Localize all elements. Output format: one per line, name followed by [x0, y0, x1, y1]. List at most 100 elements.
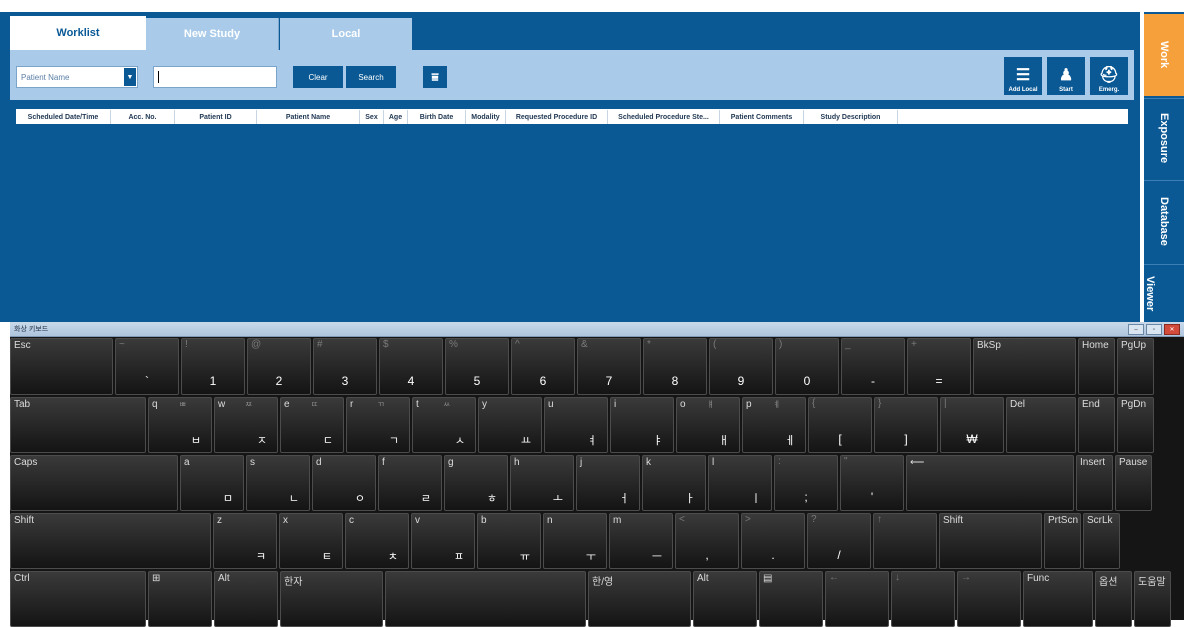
nav-work[interactable]: Work	[1144, 14, 1184, 96]
keyboard-key[interactable]: dㅇ	[312, 455, 376, 511]
keyboard-key[interactable]: xㅌ	[279, 513, 343, 569]
keyboard-key[interactable]: (9	[709, 338, 773, 395]
maximize-icon[interactable]: ▫	[1146, 324, 1162, 335]
keyboard-key[interactable]: >.	[741, 513, 805, 569]
minimize-icon[interactable]: –	[1128, 324, 1144, 335]
keyboard-key[interactable]: 옵션	[1095, 571, 1132, 627]
keyboard-key[interactable]: Pause	[1115, 455, 1152, 511]
clear-button[interactable]: Clear	[293, 66, 343, 88]
keyboard-key[interactable]: ScrLk	[1083, 513, 1120, 569]
keyboard-key[interactable]: r ㄲㄱ	[346, 397, 410, 453]
nav-database[interactable]: Database	[1144, 180, 1184, 262]
search-input[interactable]	[153, 66, 277, 88]
keyboard-key[interactable]: mㅡ	[609, 513, 673, 569]
keyboard-key[interactable]: sㄴ	[246, 455, 310, 511]
keyboard-key[interactable]: nㅜ	[543, 513, 607, 569]
start-button[interactable]: ♟ Start	[1047, 57, 1085, 95]
column-header[interactable]: Requested Procedure ID	[506, 110, 608, 124]
keyboard-key[interactable]: t ㅆㅅ	[412, 397, 476, 453]
keyboard-key[interactable]: zㅋ	[213, 513, 277, 569]
keyboard-key[interactable]: aㅁ	[180, 455, 244, 511]
keyboard-key[interactable]: _ -	[841, 338, 905, 395]
filter-dropdown-button[interactable]: ⩸	[423, 66, 447, 88]
keyboard-key[interactable]: " '	[840, 455, 904, 511]
column-header[interactable]: Age	[384, 110, 408, 124]
keyboard-key[interactable]: ↓	[891, 571, 955, 627]
keyboard-title-bar[interactable]: 화상 키보드 – ▫ ✕	[10, 322, 1184, 337]
keyboard-key[interactable]: p ㅖㅔ	[742, 397, 806, 453]
column-header[interactable]: Study Description	[804, 110, 898, 124]
keyboard-key[interactable]: →	[957, 571, 1021, 627]
keyboard-key[interactable]: jㅓ	[576, 455, 640, 511]
keyboard-key[interactable]: fㄹ	[378, 455, 442, 511]
keyboard-key[interactable]: ! 1	[181, 338, 245, 395]
emergency-button[interactable]: ⛑ Emerg.	[1090, 57, 1128, 95]
keyboard-key[interactable]: Shift	[10, 513, 211, 569]
keyboard-key[interactable]: Ctrl	[10, 571, 146, 627]
keyboard-key[interactable]	[385, 571, 586, 627]
keyboard-key[interactable]: iㅑ	[610, 397, 674, 453]
keyboard-key[interactable]: cㅊ	[345, 513, 409, 569]
keyboard-key[interactable]: Tab	[10, 397, 146, 453]
keyboard-key[interactable]: }]	[874, 397, 938, 453]
column-header[interactable]: Acc. No.	[111, 110, 175, 124]
keyboard-key[interactable]: Alt	[214, 571, 278, 627]
keyboard-key[interactable]: @2	[247, 338, 311, 395]
keyboard-key[interactable]: ▤	[759, 571, 823, 627]
keyboard-key[interactable]: bㅠ	[477, 513, 541, 569]
keyboard-key[interactable]: uㅕ	[544, 397, 608, 453]
keyboard-key[interactable]: Esc	[10, 338, 113, 395]
keyboard-key[interactable]: #3	[313, 338, 377, 395]
tab-local[interactable]: Local	[280, 18, 412, 50]
keyboard-key[interactable]: ) 0	[775, 338, 839, 395]
keyboard-key[interactable]: hㅗ	[510, 455, 574, 511]
keyboard-key[interactable]: Shift	[939, 513, 1042, 569]
keyboard-key[interactable]: q ㅃㅂ	[148, 397, 212, 453]
keyboard-key[interactable]: :;	[774, 455, 838, 511]
column-header[interactable]: Patient Name	[257, 110, 360, 124]
keyboard-key[interactable]: % 5	[445, 338, 509, 395]
keyboard-key[interactable]: w ㅉㅈ	[214, 397, 278, 453]
keyboard-key[interactable]: 한자	[280, 571, 383, 627]
add-local-button[interactable]: ☰ Add Local	[1004, 57, 1042, 95]
keyboard-key[interactable]: Del	[1006, 397, 1076, 453]
keyboard-key[interactable]: BkSp	[973, 338, 1076, 395]
nav-viewer[interactable]: Viewer	[1144, 264, 1184, 322]
keyboard-key[interactable]: ? /	[807, 513, 871, 569]
search-button[interactable]: Search	[346, 66, 396, 88]
keyboard-key[interactable]: Caps	[10, 455, 178, 511]
keyboard-key[interactable]: & 7	[577, 338, 641, 395]
keyboard-key[interactable]: lㅣ	[708, 455, 772, 511]
keyboard-key[interactable]: | ₩	[940, 397, 1004, 453]
column-header[interactable]: Sex	[360, 110, 384, 124]
worklist-grid[interactable]	[16, 109, 1128, 323]
keyboard-key[interactable]: ^ 6	[511, 338, 575, 395]
tab-worklist[interactable]: Worklist	[10, 16, 146, 50]
keyboard-key[interactable]: ←	[825, 571, 889, 627]
column-header[interactable]: Patient ID	[175, 110, 257, 124]
column-header[interactable]: Patient Comments	[720, 110, 804, 124]
keyboard-key[interactable]: {[	[808, 397, 872, 453]
keyboard-key[interactable]: PgDn	[1117, 397, 1154, 453]
nav-exposure[interactable]: Exposure	[1144, 98, 1184, 178]
keyboard-key[interactable]: vㅍ	[411, 513, 475, 569]
keyboard-key[interactable]: Home	[1078, 338, 1115, 395]
keyboard-key[interactable]: PgUp	[1117, 338, 1154, 395]
keyboard-key[interactable]: Insert	[1076, 455, 1113, 511]
keyboard-key[interactable]: ~ `	[115, 338, 179, 395]
keyboard-key[interactable]: ⟵	[906, 455, 1074, 511]
column-header[interactable]: Modality	[466, 110, 506, 124]
keyboard-key[interactable]: PrtScn	[1044, 513, 1081, 569]
keyboard-key[interactable]: End	[1078, 397, 1115, 453]
keyboard-key[interactable]: <,	[675, 513, 739, 569]
search-field-select[interactable]: Patient Name ▼	[16, 66, 138, 88]
keyboard-key[interactable]: o ㅒㅐ	[676, 397, 740, 453]
column-header[interactable]: Scheduled Procedure Ste...	[608, 110, 720, 124]
keyboard-key[interactable]: * 8	[643, 338, 707, 395]
keyboard-key[interactable]: yㅛ	[478, 397, 542, 453]
tab-new-study[interactable]: New Study	[146, 18, 279, 50]
keyboard-key[interactable]: ⊞	[148, 571, 212, 627]
keyboard-key[interactable]: + =	[907, 338, 971, 395]
keyboard-key[interactable]: 한/영	[588, 571, 691, 627]
keyboard-key[interactable]: kㅏ	[642, 455, 706, 511]
